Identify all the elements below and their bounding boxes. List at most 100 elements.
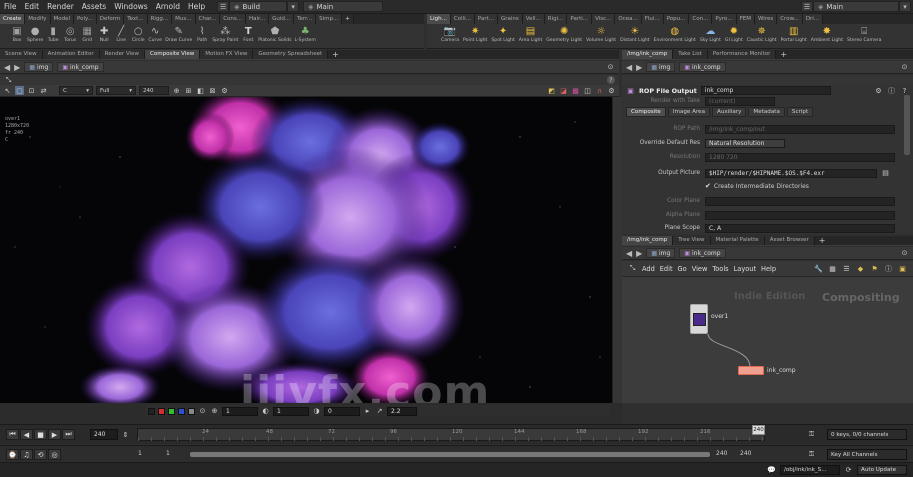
shelf-tab[interactable]: Poly... [74,14,97,24]
menu-arnold[interactable]: Arnold [152,2,184,11]
stop-button[interactable]: ■ [34,429,47,440]
tab-geometry-spreadsheet[interactable]: Geometry Spreadsheet [253,50,329,59]
key-all-icon[interactable]: ⚿ [807,450,816,459]
tool-platonic[interactable]: ⬟ Platonic Solids [258,24,291,44]
back-arrow-icon[interactable]: ◀ [4,63,10,72]
desktop-options-button[interactable]: ▾ [287,1,300,12]
path-segment-img[interactable]: ▦ img [646,248,676,258]
shelf-tab[interactable]: Guid... [269,14,295,24]
shelf-tab[interactable]: Cons... [220,14,247,24]
desktop-selector-right[interactable]: ◈ Main [813,1,899,12]
tab-asset-browser[interactable]: Asset Browser [764,236,815,245]
network-handle-icon[interactable]: ⤡ [628,264,637,273]
info-icon[interactable]: ⓘ [884,264,893,273]
tool-circle[interactable]: ○ Circle [131,24,145,44]
jump-start-button[interactable]: ⏮ [6,429,19,440]
green-swatch[interactable] [168,407,175,415]
node-name-field[interactable]: ink_comp [700,86,831,95]
tab-metadata[interactable]: Metadata [748,107,785,117]
shelf-tab[interactable]: Simp... [316,14,343,24]
menu-help[interactable]: Help [184,2,209,11]
snapshot-icon[interactable]: ∩ [595,86,604,95]
tool-stereo-camera[interactable]: ⌸ Stereo Camera [847,24,881,44]
tool-portal-light[interactable]: ▥ Portal Light [781,24,807,44]
add-pane-tab-button[interactable]: + [815,236,830,245]
forward-arrow-icon[interactable]: ▶ [636,63,642,72]
tab-motion-fx-view[interactable]: Motion FX View [200,50,254,59]
curve-icon[interactable]: ↗ [375,407,384,416]
node-shape-icon[interactable]: ◆ [856,264,865,273]
shelf-tab[interactable]: Ocea... [615,14,642,24]
help-icon[interactable]: ? [607,76,615,84]
shelf-tab[interactable]: Mus... [172,14,196,24]
tool-volume-light[interactable]: ☼ Volume Light [586,24,616,44]
tool-box[interactable]: ▣ Box [10,24,24,44]
path-segment-img[interactable]: ▦ img [24,62,54,72]
blue-swatch[interactable] [178,407,185,415]
gray-swatch[interactable] [188,407,195,415]
tab-network-node[interactable]: /img/ink_comp [622,236,674,245]
menu-assets[interactable]: Assets [78,2,110,11]
guide-icon[interactable]: ⊠ [208,86,217,95]
shelf-tab[interactable]: Con... [689,14,713,24]
key-all-channels-button[interactable]: Key All Channels [827,449,907,460]
back-arrow-icon[interactable]: ◀ [626,249,632,258]
shelf-tab[interactable]: Model [50,14,75,24]
shelf-tab[interactable]: Popu... [663,14,690,24]
update-icon[interactable]: ⟳ [844,466,853,475]
shelf-tab[interactable]: Flui... [641,14,664,24]
menu-windows[interactable]: Windows [110,2,151,11]
path-segment-img[interactable]: ▦ img [646,62,676,72]
gamma-icon[interactable]: ▸ [363,407,372,416]
add-pane-tab-button[interactable]: + [776,50,791,59]
contrast-icon[interactable]: ◐ [261,407,270,416]
crop-tool-icon[interactable]: ⊡ [27,86,36,95]
viewer-handle-icon[interactable]: ⤡ [4,76,13,85]
tool-camera[interactable]: 📷 Camera [441,24,459,44]
menu-render[interactable]: Render [43,2,78,11]
range-end-label[interactable]: 240 [716,450,727,457]
network-menu-add[interactable]: Add [642,265,655,273]
tool-curve[interactable]: ∿ Curve [148,24,162,44]
tool-distant-light[interactable]: ☀ Distant Light [620,24,649,44]
pin-icon[interactable]: ⊙ [900,63,909,72]
pin-icon[interactable]: ⊙ [606,63,615,72]
tab-animation-editor[interactable]: Animation Editor [42,50,100,59]
zoom-icon[interactable]: ⊕ [172,86,181,95]
jump-end-button[interactable]: ⏭ [62,429,75,440]
key-icon[interactable]: ⚿ [807,430,816,439]
tool-line[interactable]: ╱ Line [114,24,128,44]
tab-param-node[interactable]: /img/ink_comp [622,50,674,59]
shelf-tab[interactable]: Deform [96,14,125,24]
range-start2-label[interactable]: 1 [166,450,170,457]
bottom-field-3[interactable]: 0 [324,406,360,416]
tab-take-list[interactable]: Take List [673,50,708,59]
tool-path[interactable]: ⌇ Path [195,24,209,44]
red-swatch[interactable] [158,407,165,415]
flag-icon[interactable]: ⚑ [870,264,879,273]
display-options-icon[interactable]: ⚙ [220,86,229,95]
frame-field[interactable]: 240 [139,86,169,95]
tool-tube[interactable]: ▮ Tube [46,24,60,44]
frame-step-icon[interactable]: ⇕ [121,430,130,439]
shelf-tab[interactable]: Terr... [294,14,317,24]
network-menu-go[interactable]: Go [678,265,687,273]
shelf-tab[interactable]: Parti... [567,14,593,24]
grid-icon[interactable]: ▦ [828,264,837,273]
shelf-tab[interactable]: Colli... [450,14,475,24]
tool-geometry-light[interactable]: ✺ Geometry Light [546,24,582,44]
chat-icon[interactable]: 💬 [767,466,776,475]
desktop-menu-button-right[interactable]: ☰ [801,1,813,12]
shelf-tab[interactable]: Rigi... [544,14,568,24]
network-menu-layout[interactable]: Layout [734,265,756,273]
back-arrow-icon[interactable]: ◀ [626,63,632,72]
timeline-track[interactable]: 24 48 72 96 120 144 168 192 216 [137,428,765,441]
file-browse-icon[interactable]: ▤ [881,169,890,178]
current-frame-field[interactable]: 240 [90,429,118,440]
shelf-tab[interactable]: Visc... [592,14,616,24]
tool-caustic-light[interactable]: ✵ Caustic Light [747,24,777,44]
shelf-tab[interactable]: Vell... [522,14,545,24]
bottom-field-1[interactable]: 1 [222,406,258,416]
shelf-tab[interactable]: Crow... [777,14,803,24]
tool-sphere[interactable]: ● Sphere [27,24,43,44]
